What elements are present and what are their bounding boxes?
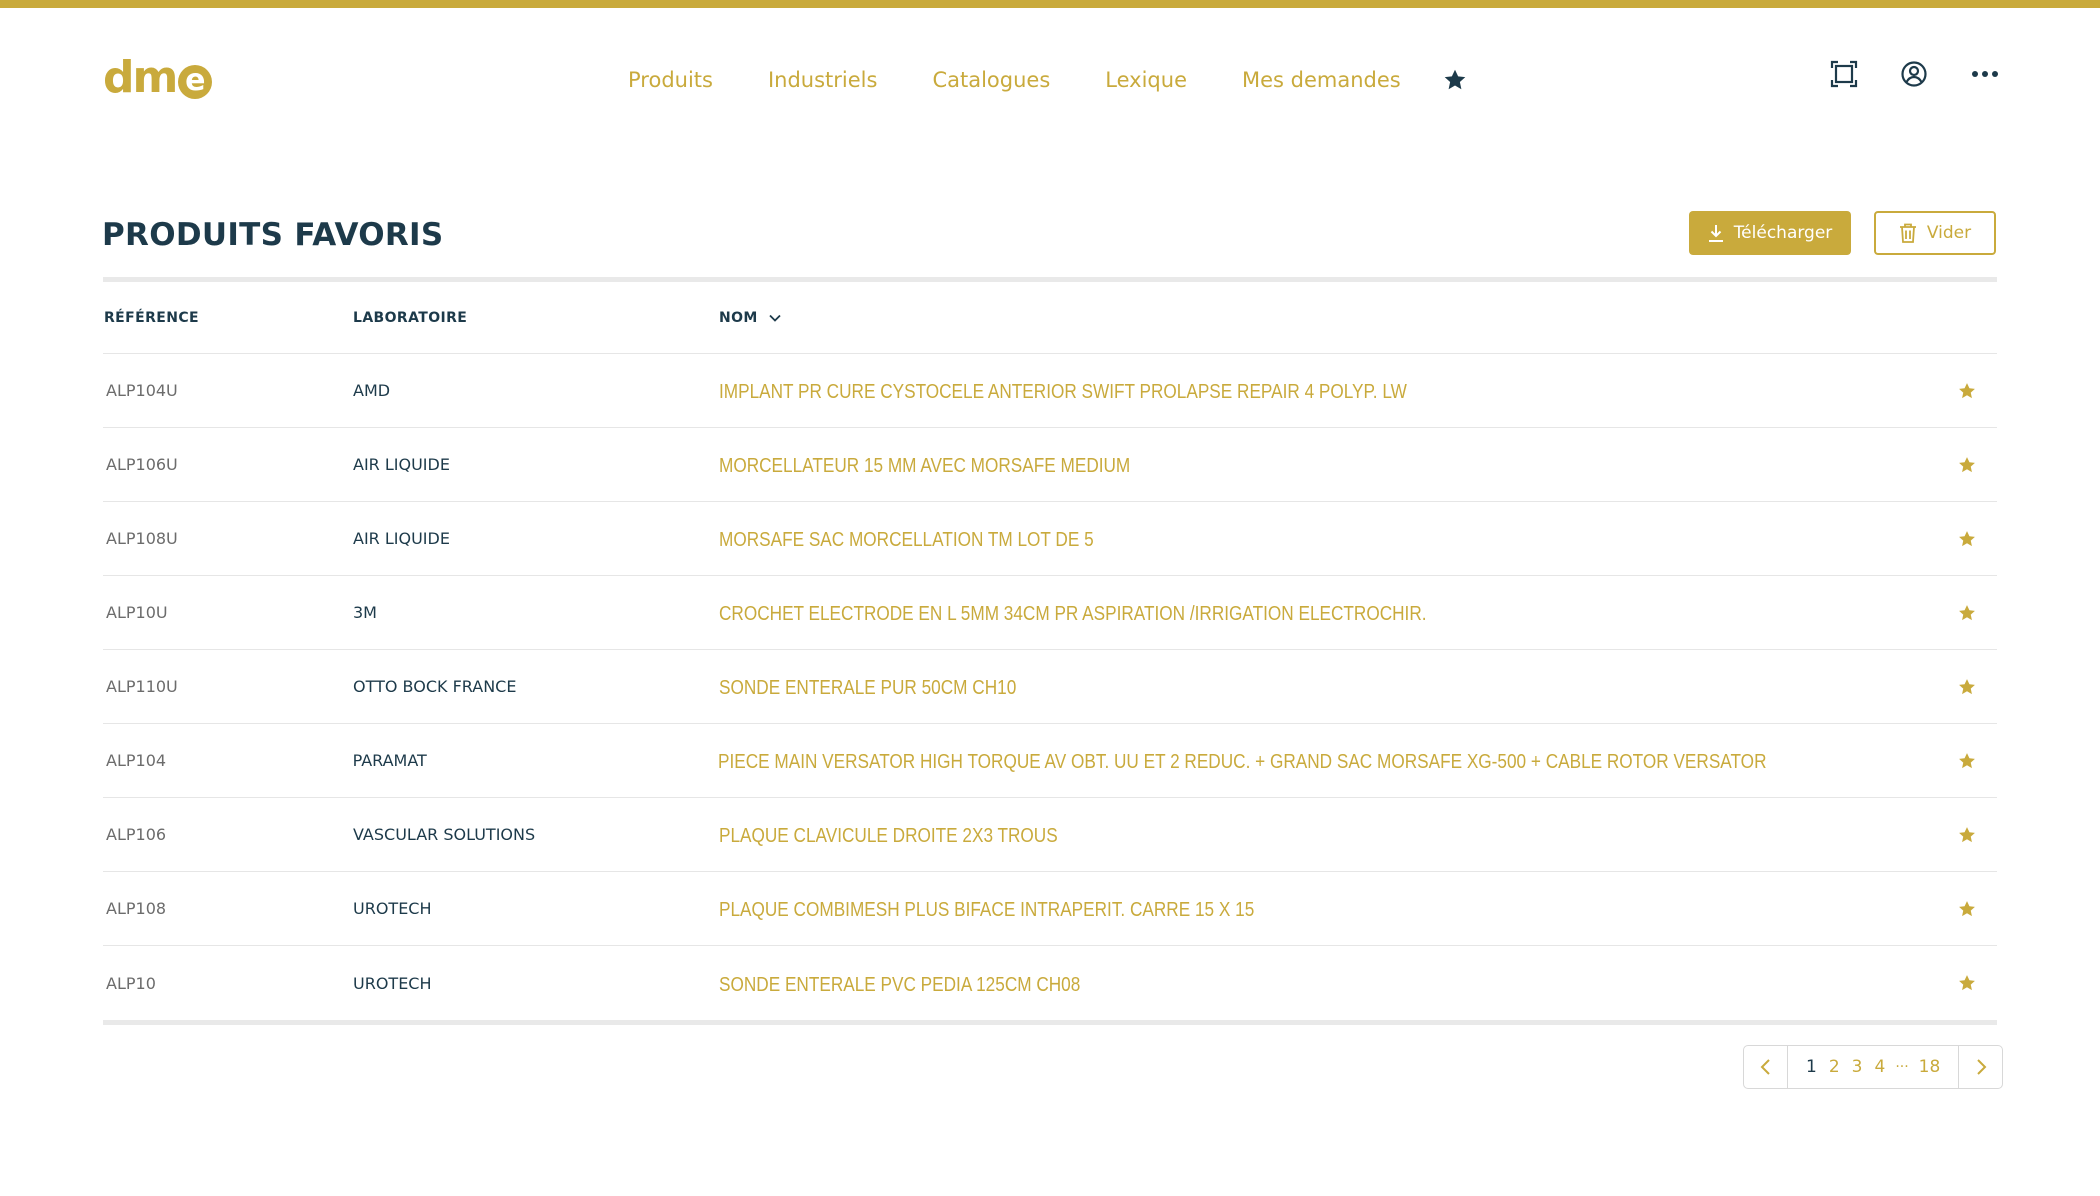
favorite-star-icon[interactable]	[1937, 899, 1997, 919]
pagination: 1 2 3 4 ··· 18	[1743, 1045, 2004, 1089]
favorite-star-icon[interactable]	[1937, 751, 1997, 771]
logo-text: dm	[103, 52, 178, 103]
column-header-nom[interactable]: NOM	[719, 310, 1937, 326]
column-header-laboratoire[interactable]: LABORATOIRE	[353, 310, 719, 326]
page-3[interactable]: 3	[1852, 1057, 1863, 1077]
table-row[interactable]: ALP106 VASCULAR SOLUTIONS PLAQUE CLAVICU…	[103, 798, 1997, 872]
favorite-star-icon[interactable]	[1937, 603, 1997, 623]
favorites-table: RÉFÉRENCE LABORATOIRE NOM ALP104U AMD IM…	[103, 277, 1997, 1025]
cell-nom-link[interactable]: MORCELLATEUR 15 MM AVEC MORSAFE MEDIUM	[719, 451, 1766, 478]
chevron-left-icon	[1760, 1059, 1770, 1075]
nav-item-catalogues[interactable]: Catalogues	[932, 66, 1050, 94]
table-row[interactable]: ALP106U AIR LIQUIDE MORCELLATEUR 15 MM A…	[103, 428, 1997, 502]
nav-item-produits[interactable]: Produits	[628, 66, 713, 94]
download-button[interactable]: Télécharger	[1689, 211, 1851, 255]
cell-reference: ALP106	[106, 825, 167, 844]
cell-reference: ALP104	[106, 751, 167, 770]
cell-reference: ALP106U	[106, 455, 178, 474]
cell-laboratoire: VASCULAR SOLUTIONS	[353, 825, 536, 844]
page-last[interactable]: 18	[1919, 1057, 1941, 1077]
favorite-star-icon[interactable]	[1937, 677, 1997, 697]
cell-laboratoire: PARAMAT	[352, 751, 427, 770]
page-title: PRODUITS FAVORIS	[102, 217, 444, 253]
cell-reference: ALP10	[106, 973, 156, 993]
download-label: Télécharger	[1733, 223, 1833, 243]
next-page-button[interactable]	[1958, 1046, 2002, 1088]
table-row[interactable]: ALP108 UROTECH PLAQUE COMBIMESH PLUS BIF…	[103, 872, 1997, 946]
favorite-star-icon[interactable]	[1937, 455, 1997, 475]
logo-mark: e	[178, 65, 213, 99]
previous-page-button[interactable]	[1744, 1046, 1788, 1088]
table-row[interactable]: ALP10 UROTECH SONDE ENTERALE PVC PEDIA 1…	[103, 946, 1997, 1020]
table-row[interactable]: ALP108U AIR LIQUIDE MORSAFE SAC MORCELLA…	[103, 502, 1997, 576]
nav-item-industriels[interactable]: Industriels	[768, 66, 877, 94]
logo[interactable]: dm e	[103, 56, 213, 100]
main-nav: Produits Industriels Catalogues Lexique …	[628, 66, 1468, 94]
nav-item-mes-demandes[interactable]: Mes demandes	[1242, 66, 1401, 94]
favorite-star-icon[interactable]	[1937, 825, 1997, 845]
download-icon	[1708, 225, 1723, 242]
cell-nom-link[interactable]: CROCHET ELECTRODE EN L 5MM 34CM PR ASPIR…	[719, 599, 1766, 626]
favorite-star-icon[interactable]	[1937, 973, 1997, 993]
star-icon[interactable]	[1442, 67, 1468, 93]
clear-button[interactable]: Vider	[1874, 211, 1996, 255]
column-header-nom-label: NOM	[719, 309, 758, 326]
cell-laboratoire: AMD	[353, 381, 391, 400]
cell-laboratoire: UROTECH	[353, 899, 432, 918]
chevron-down-icon	[769, 314, 781, 322]
table-row[interactable]: ALP104U AMD IMPLANT PR CURE CYSTOCELE AN…	[103, 354, 1997, 428]
table-row[interactable]: ALP104 PARAMAT PIECE MAIN VERSATOR HIGH …	[103, 724, 1997, 798]
page-1[interactable]: 1	[1806, 1057, 1817, 1077]
favorite-star-icon[interactable]	[1937, 529, 1997, 549]
pagination-ellipsis: ···	[1895, 1059, 1909, 1075]
header-actions	[1788, 60, 2000, 88]
user-account-icon[interactable]	[1900, 60, 1928, 88]
favorite-star-icon[interactable]	[1937, 381, 1997, 401]
cell-reference: ALP110U	[106, 677, 178, 696]
more-options-icon[interactable]	[1970, 60, 2000, 88]
cell-laboratoire: AIR LIQUIDE	[353, 455, 450, 474]
cell-reference: ALP108	[106, 899, 167, 918]
cell-reference: ALP10U	[106, 603, 168, 622]
page-numbers: 1 2 3 4 ··· 18	[1788, 1057, 1958, 1077]
table-header: RÉFÉRENCE LABORATOIRE NOM	[103, 282, 1997, 354]
cell-nom-link[interactable]: PLAQUE CLAVICULE DROITE 2X3 TROUS	[719, 821, 1766, 848]
page-2[interactable]: 2	[1829, 1057, 1840, 1077]
chevron-right-icon	[1977, 1059, 1987, 1075]
table-row[interactable]: ALP10U 3M CROCHET ELECTRODE EN L 5MM 34C…	[103, 576, 1997, 650]
top-accent-bar	[0, 0, 2100, 8]
cell-nom-link[interactable]: PLAQUE COMBIMESH PLUS BIFACE INTRAPERIT.…	[719, 895, 1766, 922]
cell-nom-link[interactable]: SONDE ENTERALE PVC PEDIA 125CM CH08	[719, 970, 1766, 997]
cell-laboratoire: UROTECH	[353, 973, 432, 993]
cell-laboratoire: 3M	[353, 603, 377, 622]
cell-nom-link[interactable]: PIECE MAIN VERSATOR HIGH TORQUE AV OBT. …	[718, 747, 1766, 774]
cell-nom-link[interactable]: MORSAFE SAC MORCELLATION TM LOT DE 5	[719, 525, 1766, 552]
nav-item-lexique[interactable]: Lexique	[1105, 66, 1187, 94]
fullscreen-icon[interactable]	[1830, 60, 1858, 88]
page-4[interactable]: 4	[1874, 1057, 1885, 1077]
trash-icon	[1899, 223, 1916, 243]
cell-reference: ALP104U	[106, 381, 178, 400]
table-row[interactable]: ALP110U OTTO BOCK FRANCE SONDE ENTERALE …	[103, 650, 1997, 724]
cell-nom-link[interactable]: IMPLANT PR CURE CYSTOCELE ANTERIOR SWIFT…	[719, 377, 1766, 404]
cell-laboratoire: OTTO BOCK FRANCE	[353, 677, 517, 696]
cell-laboratoire: AIR LIQUIDE	[353, 529, 450, 548]
cell-nom-link[interactable]: SONDE ENTERALE PUR 50CM CH10	[719, 673, 1766, 700]
clear-label: Vider	[1926, 223, 1972, 243]
cell-reference: ALP108U	[106, 529, 178, 548]
column-header-reference[interactable]: RÉFÉRENCE	[103, 310, 353, 326]
